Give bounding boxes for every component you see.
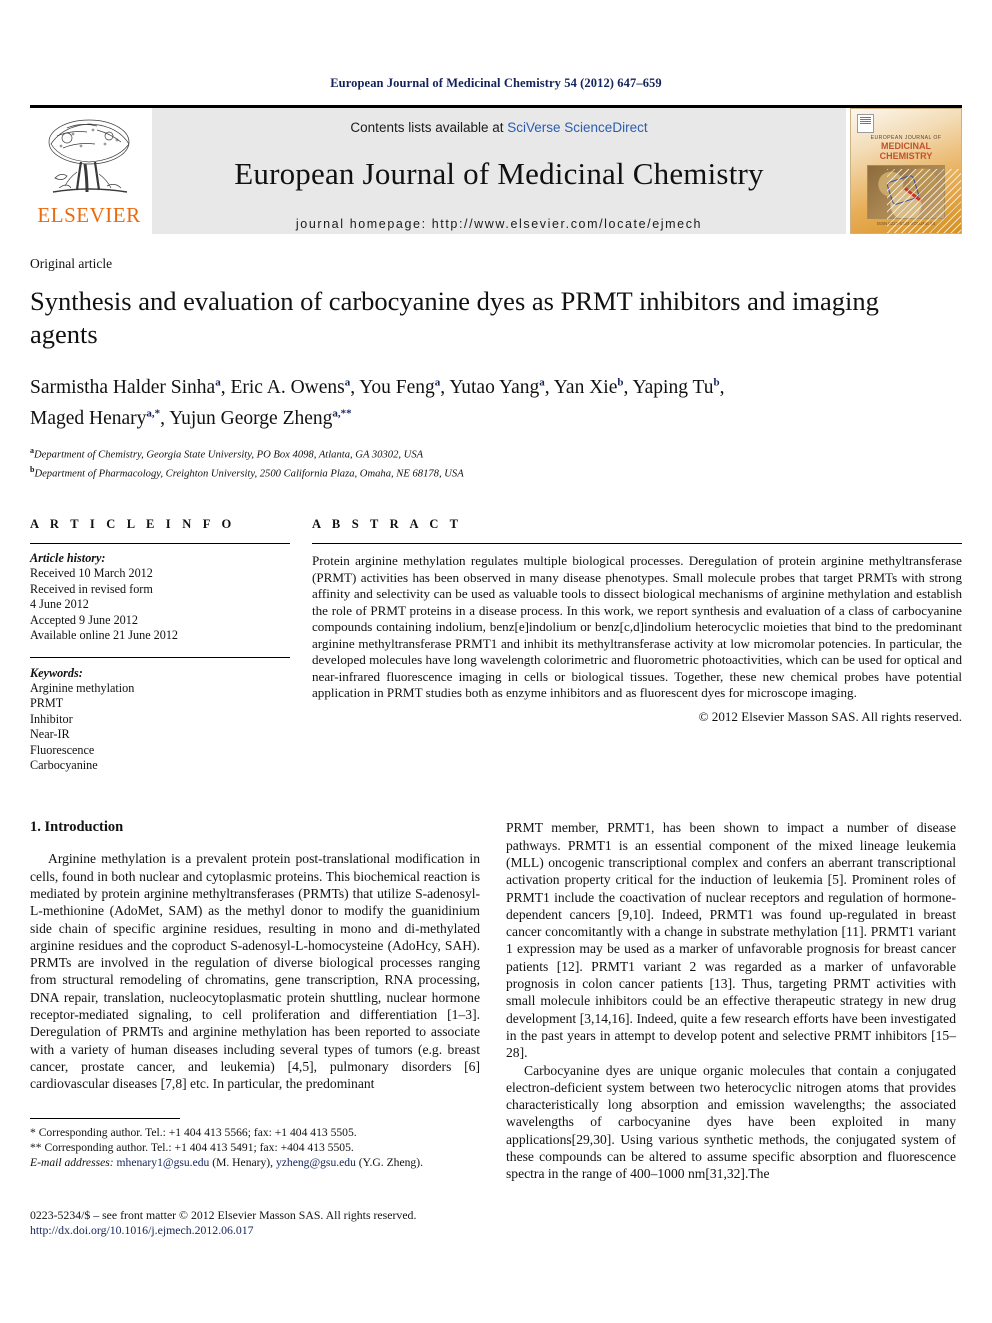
affiliation-a: aDepartment of Chemistry, Georgia State … <box>30 446 424 461</box>
journal-homepage-line[interactable]: journal homepage: http://www.elsevier.co… <box>296 217 702 231</box>
elsevier-tree-icon <box>37 112 141 204</box>
section-heading-introduction: 1. Introduction <box>30 819 124 836</box>
keywords-block: Keywords: Arginine methylation PRMT Inhi… <box>30 666 290 774</box>
article-info-heading: A R T I C L E I N F O <box>30 517 236 532</box>
doi-link[interactable]: http://dx.doi.org/10.1016/j.ejmech.2012.… <box>30 1223 500 1238</box>
cover-diagonal-lines <box>887 169 961 233</box>
running-head: European Journal of Medicinal Chemistry … <box>330 76 662 90</box>
intro-paragraph-left: Arginine methylation is a prevalent prot… <box>30 851 480 1092</box>
author-list: Sarmistha Halder Sinhaa, Eric A. Owensa,… <box>30 369 935 432</box>
elsevier-wordmark: ELSEVIER <box>37 203 141 227</box>
cover-artwork: EUROPEAN JOURNAL OF MEDICINAL CHEMISTRY I… <box>850 108 962 234</box>
corresponding-author-note-1: * Corresponding author. Tel.: +1 404 413… <box>30 1126 357 1139</box>
divider <box>30 656 290 658</box>
abstract-column: A B S T R A C T Protein arginine methyla… <box>312 517 962 773</box>
email-owner-henary: (M. Henary), <box>212 1156 274 1169</box>
email-addresses-note: E-mail addresses: mhenary1@gsu.edu (M. H… <box>30 1155 480 1170</box>
body-right-column: PRMT member, PRMT1, has been shown to im… <box>506 819 956 1182</box>
article-history-block: Article history: Received 10 March 2012 … <box>30 551 290 643</box>
divider <box>30 543 290 545</box>
page-footer: 0223-5234/$ – see front matter © 2012 El… <box>30 1208 500 1238</box>
keyword-item: PRMT <box>30 696 64 711</box>
info-abstract-band: A R T I C L E I N F O Article history: R… <box>30 517 962 773</box>
footnote-divider <box>30 1118 180 1119</box>
email-owner-zheng: (Y.G. Zheng). <box>358 1156 423 1169</box>
contents-prefix: Contents lists available at <box>350 120 508 135</box>
issn-front-matter: 0223-5234/$ – see front matter © 2012 El… <box>30 1208 417 1222</box>
keyword-item: Fluorescence <box>30 742 95 757</box>
intro-paragraph-right-2: Carbocyanine dyes are unique organic mol… <box>506 1062 956 1182</box>
divider <box>312 543 962 545</box>
journal-title: European Journal of Medicinal Chemistry <box>234 156 764 191</box>
keyword-item: Carbocyanine <box>30 757 98 772</box>
email-link-zheng[interactable]: yzheng@gsu.edu <box>276 1156 356 1169</box>
history-item: Received in revised form <box>30 581 153 596</box>
history-item: Received 10 March 2012 <box>30 566 153 581</box>
journal-cover-thumbnail: EUROPEAN JOURNAL OF MEDICINAL CHEMISTRY I… <box>850 108 962 234</box>
history-item: Available online 21 June 2012 <box>30 628 179 643</box>
keyword-item: Near-IR <box>30 727 70 742</box>
keywords-label: Keywords: <box>30 665 83 680</box>
affiliation-b: bDepartment of Pharmacology, Creighton U… <box>30 464 464 480</box>
corresponding-author-note-2: ** Corresponding author. Tel.: +1 404 41… <box>30 1141 354 1154</box>
journal-masthead: ELSEVIER Contents lists available at Sci… <box>30 105 962 234</box>
abstract-copyright: © 2012 Elsevier Masson SAS. All rights r… <box>698 708 962 724</box>
contents-available-line: Contents lists available at SciVerse Sci… <box>350 120 647 135</box>
page-title: Synthesis and evaluation of carbocyanine… <box>30 286 879 349</box>
footnotes-block: * Corresponding author. Tel.: +1 404 413… <box>30 1118 480 1170</box>
keyword-item: Arginine methylation <box>30 680 135 695</box>
article-type: Original article <box>30 256 113 271</box>
abstract-heading: A B S T R A C T <box>312 517 463 532</box>
affiliation-a-text: Department of Chemistry, Georgia State U… <box>34 449 424 461</box>
affiliations: aDepartment of Chemistry, Georgia State … <box>30 444 962 481</box>
author-line-1: Sarmistha Halder Sinhaa, Eric A. Owensa,… <box>30 376 725 398</box>
article-info-column: A R T I C L E I N F O Article history: R… <box>30 517 290 773</box>
intro-paragraph-right-1: PRMT member, PRMT1, has been shown to im… <box>506 820 956 1061</box>
article-history-label: Article history: <box>30 551 106 566</box>
masthead-center-panel: Contents lists available at SciVerse Sci… <box>152 108 846 234</box>
keyword-item: Inhibitor <box>30 711 73 726</box>
history-item: 4 June 2012 <box>30 597 89 612</box>
email-link-henary[interactable]: mhenary1@gsu.edu <box>117 1156 210 1169</box>
email-label: E-mail addresses: <box>30 1156 114 1169</box>
elsevier-logo: ELSEVIER <box>30 108 148 234</box>
article-page: European Journal of Medicinal Chemistry … <box>0 0 992 1323</box>
affiliation-b-text: Department of Pharmacology, Creighton Un… <box>34 468 464 480</box>
author-line-2: Maged Henarya,*, Yujun George Zhenga,** <box>30 407 352 430</box>
cover-title-line2: MEDICINAL CHEMISTRY <box>879 141 933 161</box>
abstract-text: Protein arginine methylation regulates m… <box>312 553 962 701</box>
sciencedirect-link[interactable]: SciVerse ScienceDirect <box>507 120 647 135</box>
history-item: Accepted 9 June 2012 <box>30 612 138 627</box>
cover-publisher-badge-icon <box>857 114 874 133</box>
